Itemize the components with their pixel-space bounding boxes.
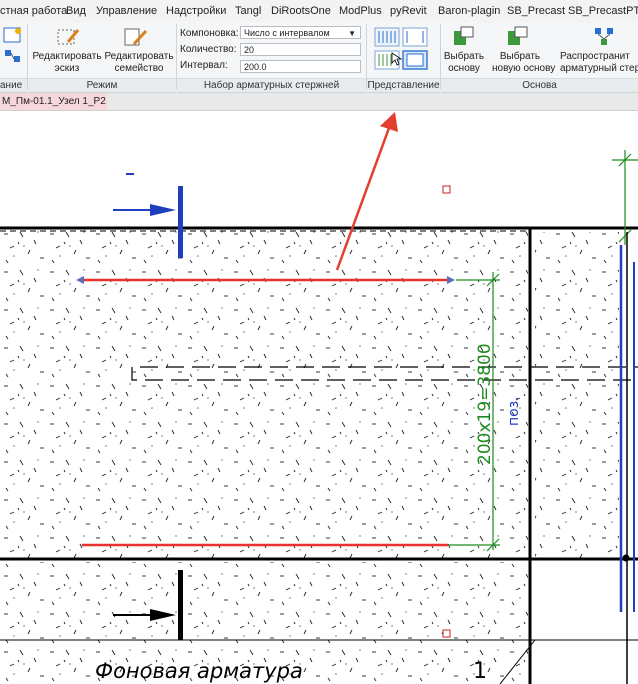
view-number: 1 [473, 659, 487, 684]
panel-label-mode: Режим [28, 78, 176, 92]
distribute-rebar-icon [595, 28, 613, 45]
cut-tool-icon[interactable] [2, 26, 24, 70]
show-all-icon[interactable] [374, 27, 400, 47]
panel-label-base: Основа [441, 78, 638, 92]
menu-tab-modplus[interactable]: ModPlus [339, 5, 382, 17]
dimension-right [612, 150, 638, 245]
view-title: Фоновая арматура [95, 659, 303, 683]
select-base-icon [454, 26, 474, 45]
layout-select[interactable]: Число с интервалом ▼ [240, 26, 361, 39]
dimension-text: 200x19=3800 [475, 343, 495, 465]
edit-family-icon [124, 28, 148, 46]
drawing-canvas[interactable]: 200x19=3800 поз. Фоновая арматура 1 [0, 111, 638, 684]
presentation-buttons [374, 27, 428, 70]
section-marker-bottom[interactable] [178, 570, 183, 640]
spacing-label: Интервал: [180, 60, 228, 71]
select-base-button[interactable]: Выбрать основу [440, 51, 488, 75]
section-arrow-top-head [150, 204, 176, 216]
panel-label-view: Представление [367, 78, 440, 92]
chevron-down-icon: ▼ [348, 29, 356, 38]
document-tab-bar: М_Пм-01.1_Узел 1_Р2 [0, 93, 638, 111]
menu-tab-manage[interactable]: Управление [96, 5, 157, 17]
menu-tab-collab[interactable]: стная работа [0, 5, 67, 17]
edit-sketch-icon [57, 29, 80, 45]
show-first-last-icon[interactable] [402, 27, 428, 47]
annotation-arrow-head [380, 112, 398, 132]
panel-label-rebar-set: Набор арматурных стержней [177, 78, 366, 92]
position-tag[interactable]: поз. [506, 396, 522, 426]
menu-tab-tangl[interactable]: Tangl [235, 5, 261, 17]
wall-rebar-dot [622, 554, 630, 562]
menu-bar: стная работа Вид Управление Надстройки T… [0, 0, 638, 23]
concrete-hatch-right [535, 232, 619, 558]
mouse-cursor-icon [391, 52, 403, 66]
ribbon: Редактировать эскиз Редактировать семейств… [0, 22, 638, 93]
layout-label: Компоновка: [180, 28, 239, 39]
select-new-base-icon [508, 26, 528, 45]
constraint-marker-bottom[interactable] [442, 629, 451, 638]
select-new-base-button[interactable]: Выбрать новую основу [492, 51, 555, 75]
distribute-rebar-button[interactable]: Распространитарматурный стерж [560, 51, 638, 75]
panel-label-cut: ание [0, 78, 27, 92]
quantity-input[interactable]: 20 [240, 43, 361, 56]
spacing-input[interactable]: 200.0 [240, 60, 361, 73]
menu-tab-pyrevit[interactable]: pyRevit [390, 5, 427, 17]
quantity-label: Количество: [180, 44, 237, 55]
menu-tab-dirootsone[interactable]: DiRootsOne [271, 5, 331, 17]
section-marker-top[interactable] [178, 186, 183, 258]
menu-tab-addins[interactable]: Надстройки [166, 5, 226, 17]
document-tab[interactable]: М_Пм-01.1_Узел 1_Р2 [0, 93, 107, 110]
menu-tab-sb-precastptm[interactable]: SB_PrecastPTM [568, 5, 638, 17]
edit-sketch-button[interactable]: Редактировать эскиз [32, 51, 102, 75]
menu-tab-baron[interactable]: Baron-plagin [438, 5, 500, 17]
edit-family-button[interactable]: Редактировать семейство [103, 51, 175, 75]
menu-tab-view[interactable]: Вид [66, 5, 86, 17]
constraint-marker-top[interactable] [442, 185, 451, 194]
show-single-icon[interactable] [402, 50, 428, 70]
menu-tab-sb-precast[interactable]: SB_Precast [507, 5, 565, 17]
